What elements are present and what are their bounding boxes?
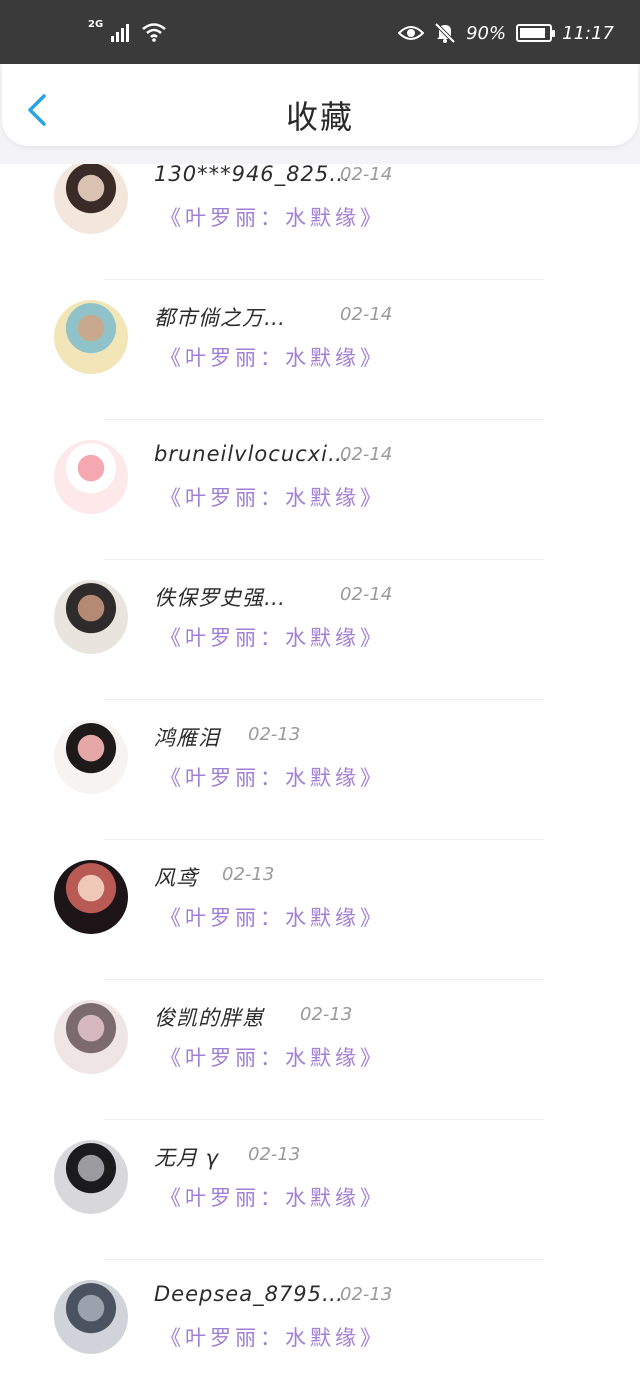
list-item[interactable]: Deepsea_8795… 02-13 《叶罗丽：水默缘》 (0, 1260, 640, 1387)
favorite-date: 02-13 (340, 1284, 393, 1305)
user-name: 都市倘之万… (154, 306, 286, 330)
avatar[interactable] (54, 580, 128, 654)
user-name: 佚保罗史强… (154, 586, 286, 610)
status-right: 90% 11:17 (398, 22, 614, 44)
avatar[interactable] (54, 164, 128, 234)
list-item[interactable]: 俊凯的胖崽 02-13 《叶罗丽：水默缘》 (0, 980, 640, 1120)
favorite-date: 02-14 (340, 164, 393, 185)
signal-icon (111, 24, 130, 42)
book-title-link[interactable]: 《叶罗丽：水默缘》 (160, 762, 385, 792)
avatar[interactable] (54, 720, 128, 794)
avatar[interactable] (54, 1000, 128, 1074)
favorites-list-inner: 130***946_825… 02-14 《叶罗丽：水默缘》 都市倘之万… 02-14 《… (0, 164, 640, 1387)
wifi-icon (142, 23, 166, 42)
book-title-link[interactable]: 《叶罗丽：水默缘》 (160, 482, 385, 512)
status-bar: 2G 90% 11:17 (0, 0, 640, 64)
battery-fill (520, 28, 546, 38)
favorite-date: 02-13 (248, 1144, 301, 1165)
book-title-link[interactable]: 《叶罗丽：水默缘》 (160, 902, 385, 932)
book-title-link[interactable]: 《叶罗丽：水默缘》 (160, 1322, 385, 1352)
user-name: Deepsea_8795… (154, 1282, 345, 1306)
avatar[interactable] (54, 860, 128, 934)
list-item[interactable]: 130***946_825… 02-14 《叶罗丽：水默缘》 (0, 164, 640, 280)
list-item[interactable]: 佚保罗史强… 02-14 《叶罗丽：水默缘》 (0, 560, 640, 700)
favorites-list[interactable]: 130***946_825… 02-14 《叶罗丽：水默缘》 都市倘之万… 02-14 《… (0, 164, 640, 1387)
book-title-link[interactable]: 《叶罗丽：水默缘》 (160, 342, 385, 372)
user-name: 鸿雁泪 (154, 726, 220, 750)
book-title-link[interactable]: 《叶罗丽：水默缘》 (160, 1042, 385, 1072)
avatar[interactable] (54, 1140, 128, 1214)
clock: 11:17 (562, 22, 614, 44)
list-item[interactable]: bruneilvlocucxi… 02-14 《叶罗丽：水默缘》 (0, 420, 640, 560)
user-name: 无月 γ (154, 1146, 220, 1170)
book-title-link[interactable]: 《叶罗丽：水默缘》 (160, 202, 385, 232)
user-name: 俊凯的胖崽 (154, 1006, 264, 1030)
list-item[interactable]: 都市倘之万… 02-14 《叶罗丽：水默缘》 (0, 280, 640, 420)
favorite-date: 02-14 (340, 584, 393, 605)
favorite-date: 02-13 (300, 1004, 353, 1025)
user-name: 130***946_825… (154, 164, 352, 186)
status-left: 2G (88, 18, 167, 42)
favorite-date: 02-13 (248, 724, 301, 745)
battery-icon (516, 24, 556, 42)
page-title: 收藏 (285, 98, 354, 136)
network-type: 2G (88, 18, 104, 30)
eye-icon (398, 26, 425, 40)
battery-percent: 90% (466, 22, 507, 44)
book-title-link[interactable]: 《叶罗丽：水默缘》 (160, 622, 385, 652)
favorite-date: 02-13 (222, 864, 275, 885)
book-title-link[interactable]: 《叶罗丽：水默缘》 (160, 1182, 385, 1212)
list-item[interactable]: 风鸢 02-13 《叶罗丽：水默缘》 (0, 840, 640, 980)
avatar[interactable] (54, 300, 128, 374)
list-item[interactable]: 无月 γ 02-13 《叶罗丽：水默缘》 (0, 1120, 640, 1260)
favorite-date: 02-14 (340, 444, 393, 465)
user-name: 风鸢 (154, 866, 198, 890)
mute-bell-icon (434, 22, 456, 44)
avatar[interactable] (54, 1280, 128, 1354)
user-name: bruneilvlocucxi… (154, 442, 350, 466)
list-item[interactable]: 鸿雁泪 02-13 《叶罗丽：水默缘》 (0, 700, 640, 840)
favorite-date: 02-14 (340, 304, 393, 325)
header: 收藏 (2, 64, 638, 146)
avatar[interactable] (54, 440, 128, 514)
